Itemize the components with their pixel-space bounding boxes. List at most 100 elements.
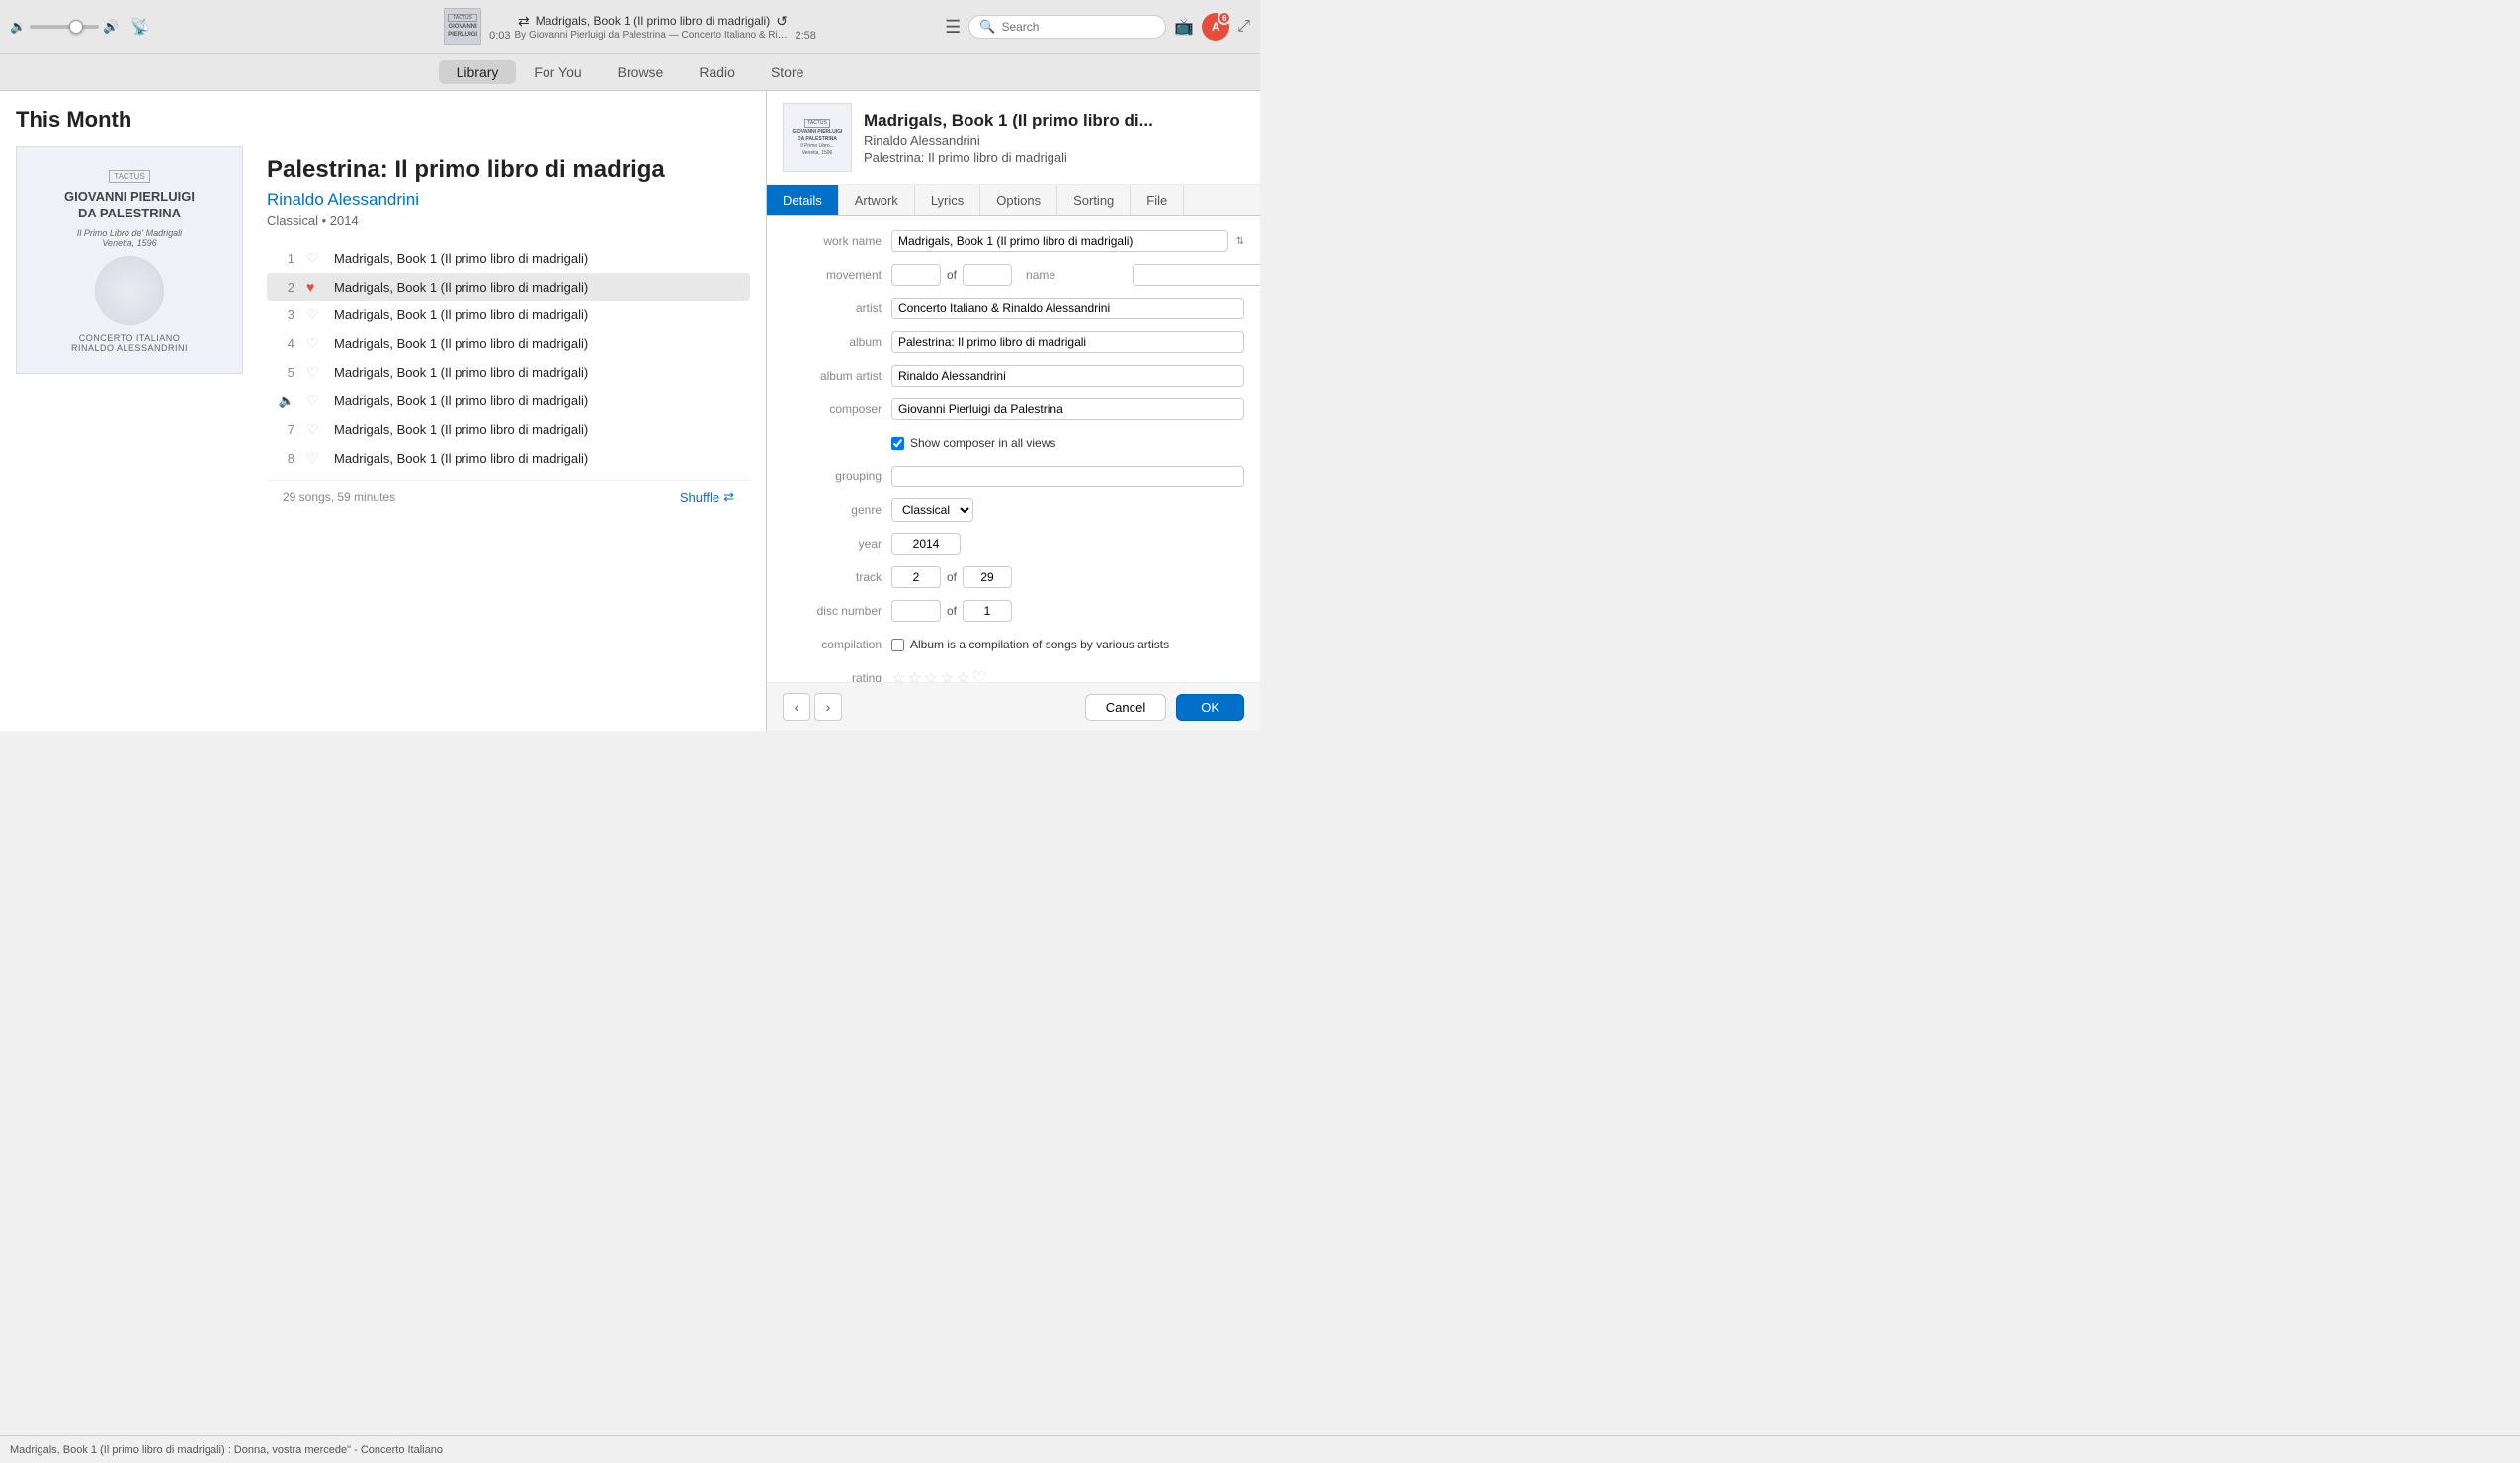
expand-icon[interactable]: ⤢ bbox=[1237, 18, 1250, 36]
compilation-text[interactable]: Album is a compilation of songs by vario… bbox=[910, 638, 1169, 651]
user-avatar[interactable]: A 6 bbox=[1202, 13, 1229, 41]
cancel-button[interactable]: Cancel bbox=[1085, 694, 1166, 721]
nav-tab-radio[interactable]: Radio bbox=[681, 60, 753, 84]
track-row[interactable]: 🔈 ♡ Madrigals, Book 1 (Il primo libro di… bbox=[267, 387, 750, 415]
volume-track[interactable] bbox=[30, 25, 99, 29]
star-rating[interactable]: ☆ ☆ ☆ ☆ ☆ ♡ bbox=[891, 668, 986, 682]
grouping-input[interactable] bbox=[891, 466, 1244, 487]
track-of-text: of bbox=[947, 570, 957, 584]
track-row[interactable]: 3 ♡ Madrigals, Book 1 (Il primo libro di… bbox=[267, 301, 750, 329]
volume-control[interactable]: 🔉 🔊 bbox=[10, 19, 119, 35]
tab-details[interactable]: Details bbox=[767, 185, 839, 215]
rating-label: rating bbox=[783, 671, 891, 682]
now-playing-speaker-icon: 🔈 bbox=[279, 393, 294, 408]
nav-tab-for-you[interactable]: For You bbox=[516, 60, 599, 84]
track-row-field: track of bbox=[783, 564, 1244, 590]
star-4[interactable]: ☆ bbox=[940, 668, 954, 682]
airplay-button[interactable]: 📡 bbox=[126, 13, 154, 41]
track-num-input[interactable] bbox=[891, 566, 941, 588]
rating-row: rating ☆ ☆ ☆ ☆ ☆ ♡ bbox=[783, 665, 1244, 682]
track-heart-icon[interactable]: ♡ bbox=[306, 335, 322, 352]
track-heart-icon[interactable]: ♡ bbox=[306, 421, 322, 438]
form-area: work name ⇅ movement of name a bbox=[767, 216, 1260, 682]
shuffle-button[interactable]: Shuffle ⇄ bbox=[680, 489, 734, 505]
star-2[interactable]: ☆ bbox=[907, 668, 921, 682]
repeat-control[interactable]: ↺ bbox=[776, 13, 788, 30]
info-track-title: Madrigals, Book 1 (Il primo libro di... bbox=[864, 111, 1244, 130]
disc-group: of bbox=[891, 600, 1012, 622]
album-artist-link[interactable]: Rinaldo Alessandrini bbox=[267, 190, 750, 210]
tab-artwork[interactable]: Artwork bbox=[839, 185, 915, 215]
nav-tab-library[interactable]: Library bbox=[439, 60, 517, 84]
nav-tab-browse[interactable]: Browse bbox=[600, 60, 682, 84]
total-time: 2:58 bbox=[796, 30, 816, 42]
star-3[interactable]: ☆ bbox=[924, 668, 938, 682]
artist-label: artist bbox=[783, 301, 891, 315]
genre-row: genre Classical Pop Rock Jazz bbox=[783, 497, 1244, 523]
tab-lyrics[interactable]: Lyrics bbox=[915, 185, 980, 215]
movement-name-input[interactable] bbox=[1133, 264, 1260, 286]
album-artist-input[interactable] bbox=[891, 365, 1244, 387]
artist-input[interactable] bbox=[891, 298, 1244, 319]
track-name: Madrigals, Book 1 (Il primo libro di mad… bbox=[334, 280, 742, 295]
track-heart-icon[interactable]: ♡ bbox=[306, 250, 322, 267]
star-1[interactable]: ☆ bbox=[891, 668, 905, 682]
track-row[interactable]: 2 ♥ Madrigals, Book 1 (Il primo libro di… bbox=[267, 273, 750, 301]
volume-thumb[interactable] bbox=[69, 20, 83, 34]
next-track-button[interactable]: › bbox=[814, 693, 842, 721]
genre-select[interactable]: Classical Pop Rock Jazz bbox=[891, 498, 973, 522]
track-name: Madrigals, Book 1 (Il primo libro di mad… bbox=[334, 365, 742, 380]
songs-count: 29 songs, 59 minutes bbox=[283, 490, 395, 504]
track-row[interactable]: 4 ♡ Madrigals, Book 1 (Il primo libro di… bbox=[267, 329, 750, 358]
nav-tabs: Library For You Browse Radio Store bbox=[0, 54, 1260, 91]
track-total-input[interactable] bbox=[963, 566, 1012, 588]
ok-button[interactable]: OK bbox=[1176, 694, 1244, 721]
track-list: 1 ♡ Madrigals, Book 1 (Il primo libro di… bbox=[267, 244, 750, 473]
shuffle-icon: ⇄ bbox=[723, 489, 734, 505]
show-composer-checkbox[interactable] bbox=[891, 437, 904, 450]
tab-file[interactable]: File bbox=[1131, 185, 1184, 215]
detail-tabs: Details Artwork Lyrics Options Sorting F… bbox=[767, 185, 1260, 216]
tab-sorting[interactable]: Sorting bbox=[1057, 185, 1131, 215]
track-heart-icon[interactable]: ♡ bbox=[306, 450, 322, 467]
movement-of-text: of bbox=[947, 268, 957, 282]
nav-tab-store[interactable]: Store bbox=[753, 60, 821, 84]
search-box[interactable]: 🔍 bbox=[968, 15, 1166, 39]
compilation-checkbox[interactable] bbox=[891, 639, 904, 651]
album-main-title: Palestrina: Il primo libro di madriga bbox=[267, 156, 750, 184]
track-heart-icon[interactable]: ♥ bbox=[306, 279, 322, 295]
search-input[interactable] bbox=[1001, 20, 1149, 34]
year-input[interactable] bbox=[891, 533, 961, 555]
track-number: 3 bbox=[275, 307, 294, 322]
prev-track-button[interactable]: ‹ bbox=[783, 693, 810, 721]
composer-row: composer bbox=[783, 396, 1244, 422]
track-number: 4 bbox=[275, 336, 294, 351]
disc-num-input[interactable] bbox=[891, 600, 941, 622]
track-row[interactable]: 5 ♡ Madrigals, Book 1 (Il primo libro di… bbox=[267, 358, 750, 387]
menu-button[interactable]: ☰ bbox=[945, 17, 961, 38]
tab-options[interactable]: Options bbox=[980, 185, 1057, 215]
track-heart-icon[interactable]: ♡ bbox=[306, 364, 322, 381]
track-row[interactable]: 8 ♡ Madrigals, Book 1 (Il primo libro di… bbox=[267, 444, 750, 473]
star-5[interactable]: ☆ bbox=[956, 668, 969, 682]
track-heart-icon[interactable]: ♡ bbox=[306, 392, 322, 409]
track-name: Madrigals, Book 1 (Il primo libro di mad… bbox=[334, 307, 742, 322]
airplay-tv-icon[interactable]: 📺 bbox=[1174, 17, 1194, 37]
track-row[interactable]: 1 ♡ Madrigals, Book 1 (Il primo libro di… bbox=[267, 244, 750, 273]
track-heart-icon[interactable]: ♡ bbox=[306, 306, 322, 323]
track-number: 1 bbox=[275, 251, 294, 266]
movement-num-input[interactable] bbox=[891, 264, 941, 286]
work-name-input[interactable] bbox=[891, 230, 1228, 252]
top-bar-right: ☰ 🔍 📺 A 6 ⤢ bbox=[940, 13, 1250, 41]
heart-rating-icon[interactable]: ♡ bbox=[972, 668, 986, 682]
movement-total-input[interactable] bbox=[963, 264, 1012, 286]
sort-arrows-icon[interactable]: ⇅ bbox=[1236, 236, 1244, 247]
show-composer-label[interactable]: Show composer in all views bbox=[910, 436, 1055, 450]
disc-total-input[interactable] bbox=[963, 600, 1012, 622]
shuffle-control[interactable]: ⇄ bbox=[518, 13, 530, 30]
now-playing-section: TACTUS GIOVANNIPIERLUIGI ⇄ Madrigals, Bo… bbox=[320, 8, 941, 45]
track-row[interactable]: 7 ♡ Madrigals, Book 1 (Il primo libro di… bbox=[267, 415, 750, 444]
composer-input[interactable] bbox=[891, 398, 1244, 420]
album-input[interactable] bbox=[891, 331, 1244, 353]
movement-name-label: name bbox=[1018, 268, 1127, 282]
